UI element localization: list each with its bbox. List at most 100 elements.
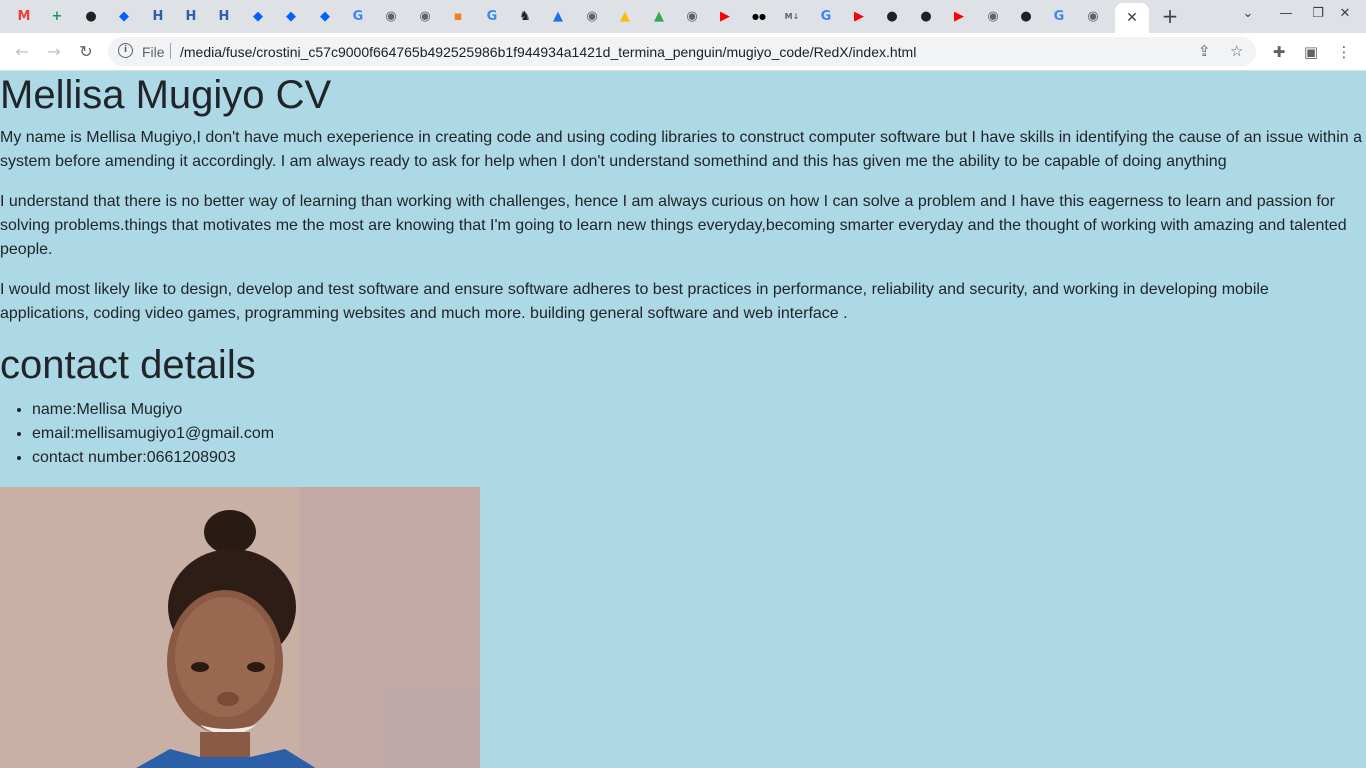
markdown-icon: M↓ (784, 11, 800, 21)
profile-photo-drawing (0, 487, 480, 768)
browser-tab[interactable]: ▶ (712, 3, 738, 29)
browser-tab[interactable]: G (813, 3, 839, 29)
browser-tab[interactable]: G (345, 3, 371, 29)
side-panel-icon[interactable]: ▣ (1301, 42, 1321, 62)
minimize-icon[interactable]: — (1275, 6, 1297, 21)
browser-tab[interactable]: ▪ (445, 3, 471, 29)
browser-tab[interactable]: + (44, 3, 70, 29)
close-tab-icon[interactable]: ✕ (1126, 10, 1138, 26)
hyperskill-icon: H (218, 8, 230, 24)
browser-tab[interactable]: ▶ (946, 3, 972, 29)
globe-icon: ◉ (419, 8, 431, 24)
contact-number: contact number:0661208903 (32, 446, 274, 470)
browser-tab[interactable]: ◆ (111, 3, 137, 29)
browser-tab[interactable]: G (1046, 3, 1072, 29)
browser-tab[interactable]: ● (1013, 3, 1039, 29)
browser-tab[interactable]: M (11, 3, 37, 29)
browser-tab[interactable]: ◉ (1080, 3, 1106, 29)
close-window-icon[interactable]: ✕ (1334, 6, 1356, 21)
browser-toolbar: ← → ↻ i File /media/fuse/crostini_c57c90… (0, 33, 1366, 71)
youtube-icon: ▶ (954, 8, 964, 24)
dropbox-icon: ◆ (119, 8, 129, 24)
globe-icon: ◉ (987, 8, 999, 24)
youtube-icon: ▶ (720, 8, 730, 24)
contact-list: name:Mellisa Mugiyo email:mellisamugiyo1… (0, 398, 274, 470)
tab-strip: ✕ + ⌄ — ❐ ✕ M + ● ◆ H H H ◆ ◆ ◆ G ◉ ◉ ▪ G ♞ ▲ ◉ ▲ ▲ ◉ ▶ ●● M↓ G ▶… (0, 0, 1366, 33)
profile-photo (0, 487, 480, 768)
app-icon: ▪ (453, 8, 463, 24)
motivation-paragraph: I understand that there is no better way… (0, 193, 1347, 258)
browser-tab[interactable]: ◉ (378, 3, 404, 29)
browser-tab[interactable]: ▶ (846, 3, 872, 29)
browser-tab[interactable]: ● (913, 3, 939, 29)
google-icon: G (486, 8, 498, 24)
intro-paragraph: My name is Mellisa Mugiyo,I don't have m… (0, 129, 1362, 170)
contact-heading: contact details (0, 343, 256, 387)
github-icon: ● (1020, 8, 1032, 24)
browser-tab[interactable]: ◆ (278, 3, 304, 29)
hyperskill-icon: H (152, 8, 164, 24)
globe-icon: ◉ (1087, 8, 1099, 24)
app-icon: ▲ (553, 8, 563, 24)
forward-icon[interactable]: → (43, 41, 65, 63)
tab-search-icon[interactable]: ⌄ (1237, 6, 1259, 21)
google-icon: G (352, 8, 364, 24)
contact-email: email:mellisamugiyo1@gmail.com (32, 422, 274, 446)
globe-icon: ◉ (586, 8, 598, 24)
browser-tab[interactable]: ◉ (679, 3, 705, 29)
dropbox-icon: ◆ (286, 8, 296, 24)
browser-tab[interactable]: ◆ (245, 3, 271, 29)
browser-tab[interactable]: ◉ (980, 3, 1006, 29)
globe-icon: ◉ (385, 8, 397, 24)
github-icon: ● (920, 8, 932, 24)
gmail-icon: M (17, 8, 31, 24)
active-tab[interactable]: ✕ (1115, 3, 1149, 33)
page-content: Mellisa Mugiyo CV My name is Mellisa Mug… (0, 71, 1366, 768)
back-icon[interactable]: ← (11, 41, 33, 63)
address-divider (170, 43, 171, 59)
address-bar[interactable]: i File /media/fuse/crostini_c57c9000f664… (108, 37, 1256, 66)
browser-tab[interactable]: ● (879, 3, 905, 29)
github-icon: ● (886, 8, 898, 24)
drive-icon: ▲ (654, 8, 664, 24)
browser-tab[interactable]: ▲ (545, 3, 571, 29)
extensions-icon[interactable]: ✚ (1269, 42, 1289, 62)
browser-tab[interactable]: ● (78, 3, 104, 29)
google-icon: G (820, 8, 832, 24)
restore-icon[interactable]: ❐ (1307, 6, 1329, 21)
scheme-label: File (142, 44, 165, 60)
app-icon: ● (85, 8, 97, 24)
dropbox-icon: ◆ (253, 8, 263, 24)
browser-tab[interactable]: H (211, 3, 237, 29)
browser-tab[interactable]: ♞ (512, 3, 538, 29)
browser-tab[interactable]: ▲ (646, 3, 672, 29)
reload-icon[interactable]: ↻ (75, 41, 97, 63)
browser-tab[interactable]: ◉ (579, 3, 605, 29)
medium-icon: ●● (752, 11, 766, 21)
dropbox-icon: ◆ (320, 8, 330, 24)
browser-tab[interactable]: ◉ (412, 3, 438, 29)
contact-name: name:Mellisa Mugiyo (32, 398, 274, 422)
browser-tab[interactable]: ◆ (312, 3, 338, 29)
drive-icon: ▲ (620, 8, 630, 24)
new-tab-button[interactable]: + (1158, 4, 1182, 28)
browser-tab[interactable]: ●● (746, 3, 772, 29)
bookmark-star-icon[interactable]: ☆ (1230, 42, 1243, 60)
browser-tab[interactable]: H (178, 3, 204, 29)
share-icon[interactable]: ⇪ (1198, 42, 1211, 60)
page-title: Mellisa Mugiyo CV (0, 73, 332, 117)
url-text[interactable]: /media/fuse/crostini_c57c9000f664765b492… (180, 44, 916, 60)
google-icon: G (1053, 8, 1065, 24)
browser-tab[interactable]: ▲ (612, 3, 638, 29)
menu-icon[interactable]: ⋮ (1334, 42, 1354, 62)
browser-tab[interactable]: G (479, 3, 505, 29)
cat-icon: ♞ (519, 8, 531, 24)
info-icon[interactable]: i (118, 43, 133, 58)
browser-tab[interactable]: H (145, 3, 171, 29)
globe-icon: ◉ (686, 8, 698, 24)
youtube-icon: ▶ (854, 8, 864, 24)
goals-paragraph: I would most likely like to design, deve… (0, 281, 1269, 322)
hyperskill-icon: H (185, 8, 197, 24)
sheets-icon: + (51, 8, 63, 24)
browser-tab[interactable]: M↓ (779, 3, 805, 29)
